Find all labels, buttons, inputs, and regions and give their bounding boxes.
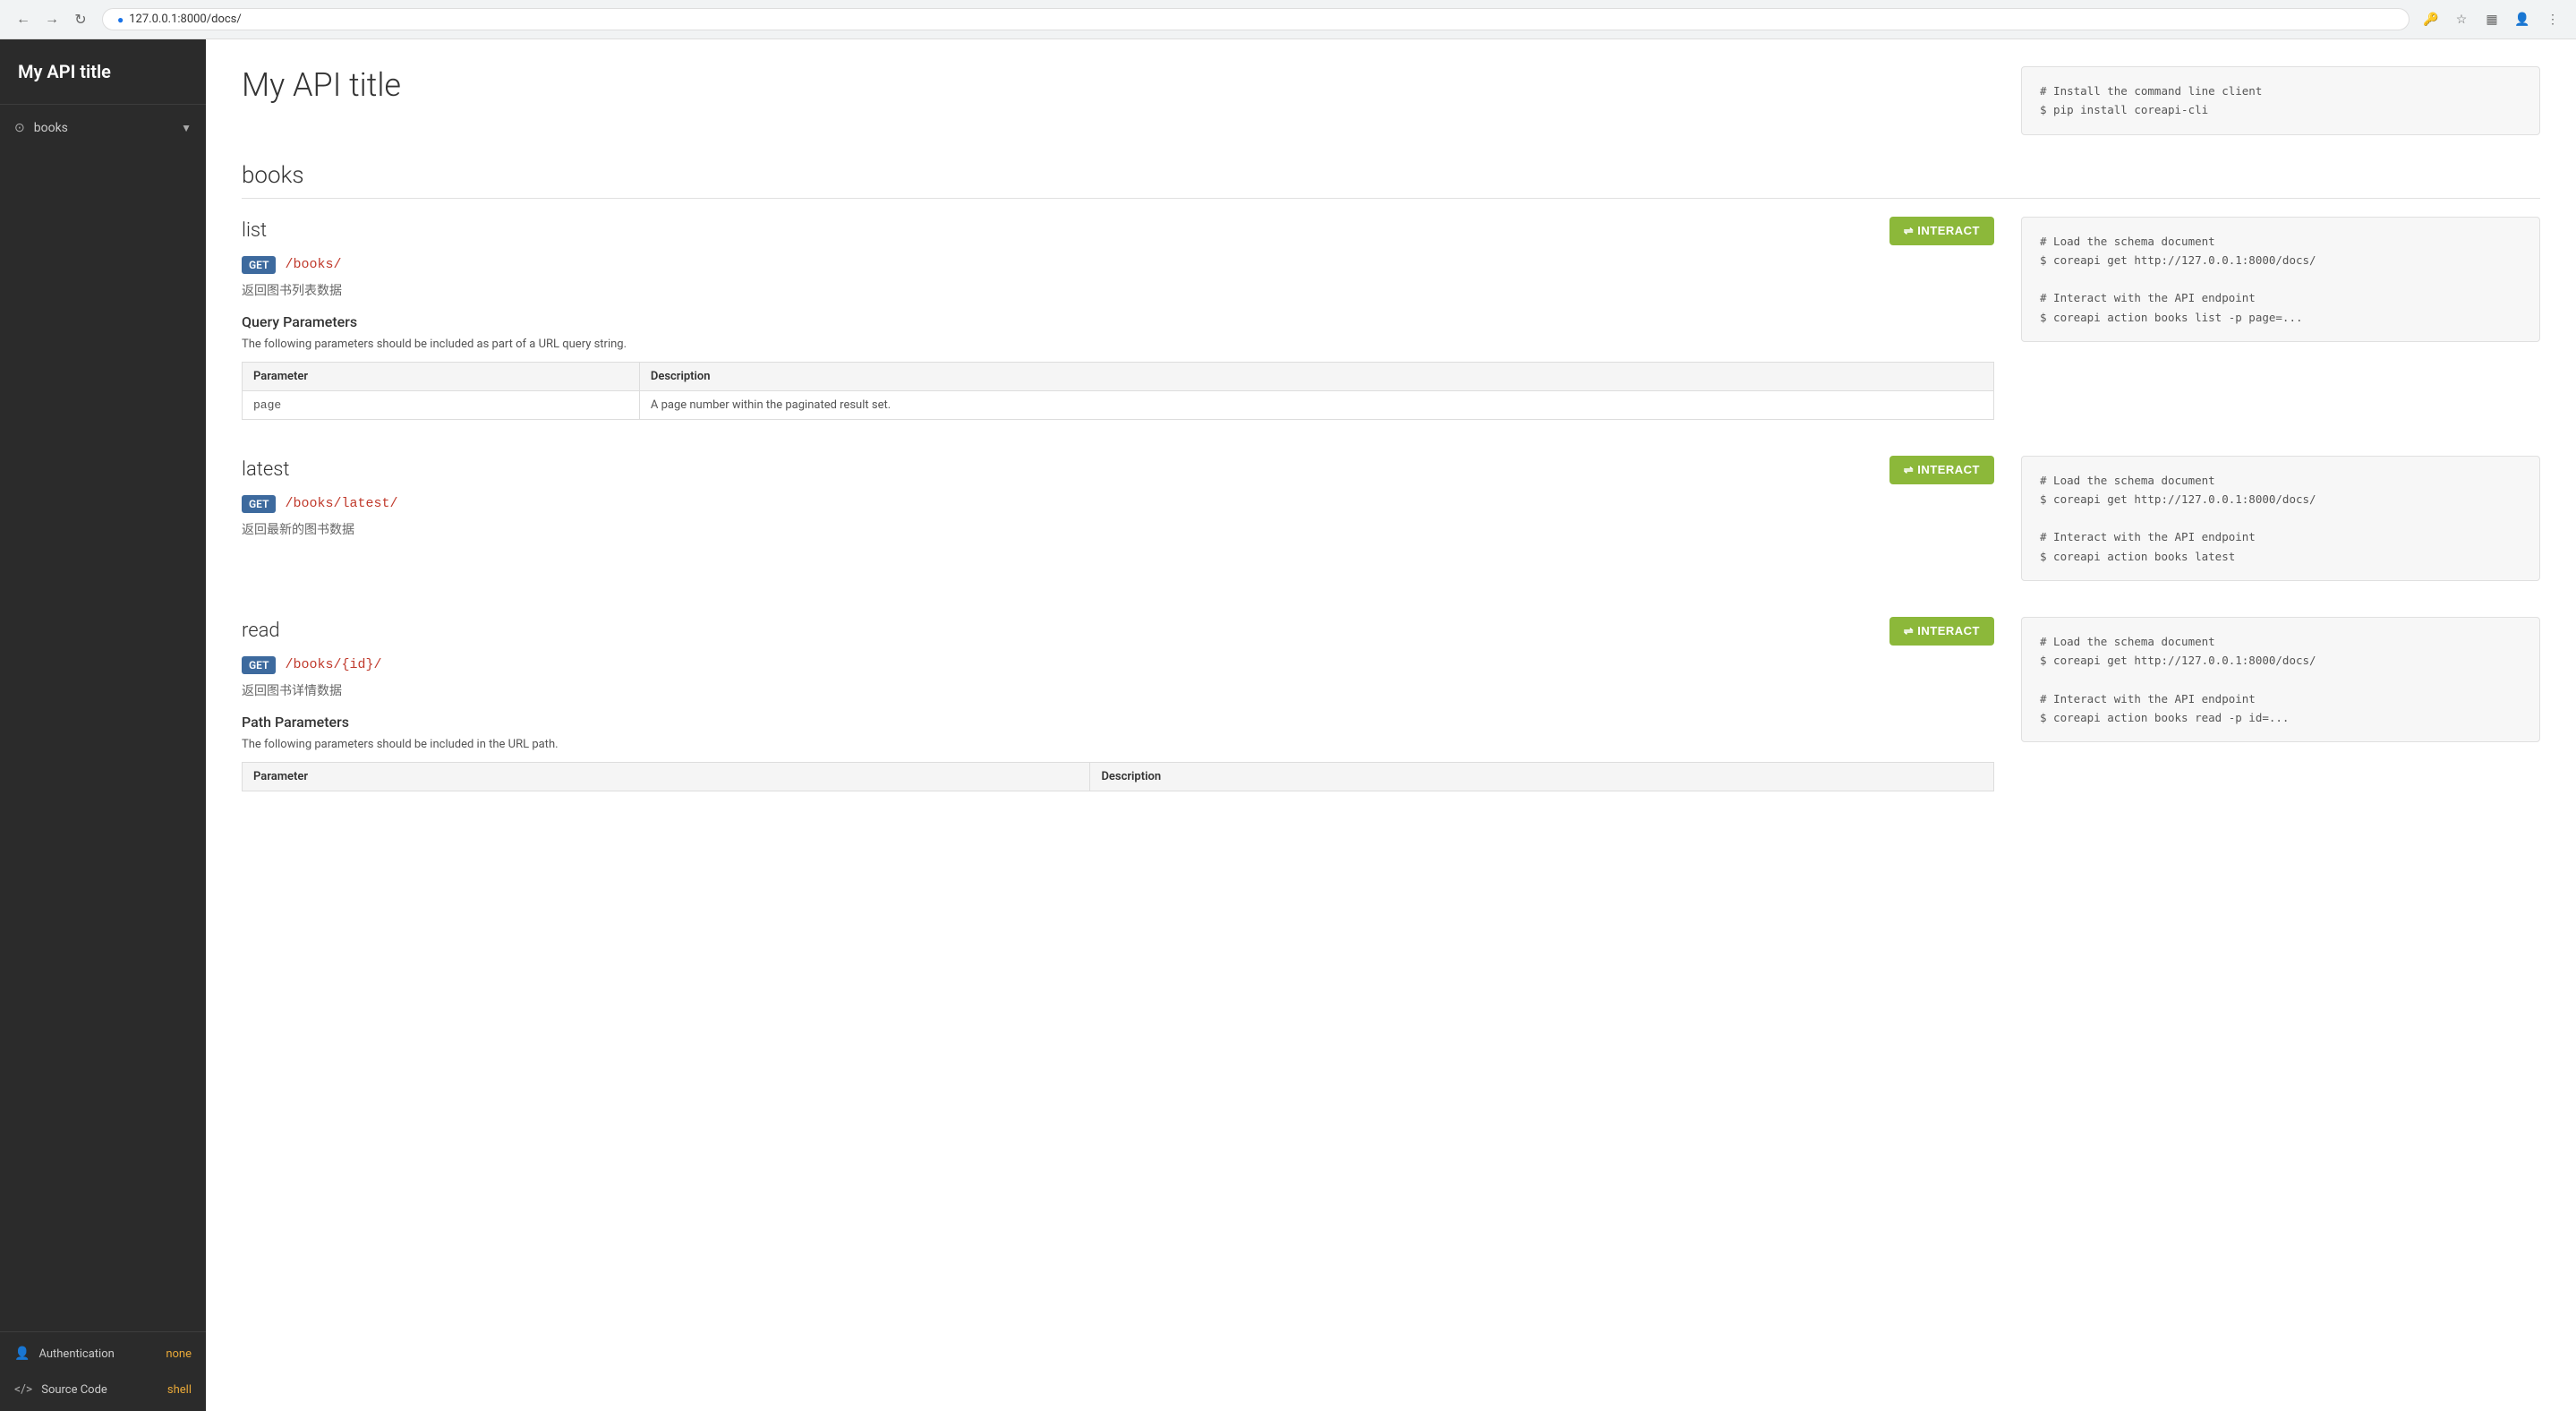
sidebar-item-books[interactable]: ⊙ books ▼ <box>0 112 206 144</box>
endpoint-list-header: list ⇌ INTERACT <box>242 217 1994 245</box>
main-content: My API title # Install the command line … <box>206 39 2576 1411</box>
profile-icon[interactable]: 👤 <box>2510 7 2535 32</box>
address-bar[interactable]: ● 127.0.0.1:8000/docs/ <box>102 8 2410 30</box>
install-box: # Install the command line client $ pip … <box>2021 66 2540 135</box>
param-desc-page: A page number within the paginated resul… <box>639 390 1993 419</box>
endpoint-latest-method-path: GET /books/latest/ <box>242 495 1994 513</box>
interact-button-list[interactable]: ⇌ INTERACT <box>1889 217 1994 245</box>
param-name-page: page <box>243 390 640 419</box>
back-button[interactable]: ← <box>11 7 36 32</box>
endpoint-latest-desc: 返回最新的图书数据 <box>242 520 1994 538</box>
endpoint-list-left: list ⇌ INTERACT GET /books/ 返回图书列表数据 Que… <box>242 217 1994 420</box>
secure-icon: ● <box>117 13 124 26</box>
endpoint-latest: latest ⇌ INTERACT GET /books/latest/ 返回最… <box>242 456 2540 581</box>
header-left: My API title <box>242 66 2021 135</box>
params-table-read: Parameter Description <box>242 762 1994 791</box>
endpoint-list-name: list <box>242 219 267 242</box>
source-code-label: Source Code <box>41 1383 158 1397</box>
browser-actions: 🔑 ☆ ▦ 👤 ⋮ <box>2418 7 2565 32</box>
get-badge-latest: GET <box>242 495 276 513</box>
header-area: My API title # Install the command line … <box>242 66 2540 135</box>
path-latest: /books/latest/ <box>285 496 397 511</box>
code-text-latest: # Load the schema document $ coreapi get… <box>2040 471 2521 566</box>
endpoint-list-method-path: GET /books/ <box>242 256 1994 274</box>
query-params-title-list: Query Parameters <box>242 313 1994 330</box>
query-params-desc-list: The following parameters should be inclu… <box>242 338 1994 351</box>
sidebar-item-label: books <box>34 121 172 135</box>
authentication-icon: 👤 <box>14 1347 30 1361</box>
params-table-list: Parameter Description page A page number… <box>242 362 1994 420</box>
interact-button-latest[interactable]: ⇌ INTERACT <box>1889 456 1994 484</box>
reload-button[interactable]: ↻ <box>68 7 93 32</box>
key-icon[interactable]: 🔑 <box>2418 7 2444 32</box>
endpoint-latest-left: latest ⇌ INTERACT GET /books/latest/ 返回最… <box>242 456 1994 581</box>
col-header-description-read: Description <box>1090 762 1994 791</box>
endpoint-read-desc: 返回图书详情数据 <box>242 681 1994 699</box>
section-title-books: books <box>242 162 2540 199</box>
endpoint-read-header: read ⇌ INTERACT <box>242 617 1994 646</box>
endpoint-list: list ⇌ INTERACT GET /books/ 返回图书列表数据 Que… <box>242 217 2540 420</box>
url-text: 127.0.0.1:8000/docs/ <box>129 13 241 26</box>
sidebar: My API title ⊙ books ▼ 👤 Authentication … <box>0 39 206 1411</box>
source-code-icon: </> <box>14 1382 32 1397</box>
table-row: page A page number within the paginated … <box>243 390 1994 419</box>
interact-button-read[interactable]: ⇌ INTERACT <box>1889 617 1994 646</box>
books-icon: ⊙ <box>14 121 25 135</box>
get-badge-read: GET <box>242 656 276 674</box>
path-params-desc-read: The following parameters should be inclu… <box>242 738 1994 751</box>
endpoint-read: read ⇌ INTERACT GET /books/{id}/ 返回图书详情数… <box>242 617 2540 791</box>
endpoint-latest-header: latest ⇌ INTERACT <box>242 456 1994 484</box>
code-box-list: # Load the schema document $ coreapi get… <box>2021 217 2540 342</box>
authentication-label: Authentication <box>38 1347 157 1361</box>
books-section: books list ⇌ INTERACT GET /books/ 返回图书列表… <box>242 162 2540 791</box>
col-header-parameter: Parameter <box>243 362 640 390</box>
code-text-read: # Load the schema document $ coreapi get… <box>2040 632 2521 727</box>
install-code-text: # Install the command line client $ pip … <box>2040 81 2521 120</box>
sidebar-footer-source-code[interactable]: </> Source Code shell <box>0 1372 206 1407</box>
nav-buttons: ← → ↻ <box>11 7 93 32</box>
qr-icon[interactable]: ▦ <box>2479 7 2504 32</box>
code-box-latest: # Load the schema document $ coreapi get… <box>2021 456 2540 581</box>
endpoint-read-right: # Load the schema document $ coreapi get… <box>2021 617 2540 791</box>
forward-button[interactable]: → <box>39 7 64 32</box>
endpoint-list-right: # Load the schema document $ coreapi get… <box>2021 217 2540 420</box>
path-params-title-read: Path Parameters <box>242 714 1994 731</box>
sidebar-nav: ⊙ books ▼ <box>0 105 206 1331</box>
menu-icon[interactable]: ⋮ <box>2540 7 2565 32</box>
endpoint-read-left: read ⇌ INTERACT GET /books/{id}/ 返回图书详情数… <box>242 617 1994 791</box>
code-text-list: # Load the schema document $ coreapi get… <box>2040 232 2521 327</box>
sidebar-title: My API title <box>0 39 206 105</box>
code-box-read: # Load the schema document $ coreapi get… <box>2021 617 2540 742</box>
install-code: # Install the command line client $ pip … <box>2021 66 2540 135</box>
page-title: My API title <box>242 66 2021 104</box>
sidebar-footer: 👤 Authentication none </> Source Code sh… <box>0 1331 206 1411</box>
chevron-down-icon: ▼ <box>181 122 192 134</box>
endpoint-read-method-path: GET /books/{id}/ <box>242 656 1994 674</box>
get-badge-list: GET <box>242 256 276 274</box>
authentication-value: none <box>166 1347 192 1361</box>
bookmark-icon[interactable]: ☆ <box>2449 7 2474 32</box>
path-read: /books/{id}/ <box>285 657 381 672</box>
path-list: /books/ <box>285 257 341 272</box>
source-code-value: shell <box>167 1383 192 1397</box>
sidebar-footer-authentication[interactable]: 👤 Authentication none <box>0 1336 206 1372</box>
endpoint-latest-name: latest <box>242 458 289 481</box>
app-layout: My API title ⊙ books ▼ 👤 Authentication … <box>0 39 2576 1411</box>
endpoint-latest-right: # Load the schema document $ coreapi get… <box>2021 456 2540 581</box>
col-header-description: Description <box>639 362 1993 390</box>
browser-chrome: ← → ↻ ● 127.0.0.1:8000/docs/ 🔑 ☆ ▦ 👤 ⋮ <box>0 0 2576 39</box>
endpoint-read-name: read <box>242 620 280 642</box>
col-header-parameter-read: Parameter <box>243 762 1090 791</box>
endpoint-list-desc: 返回图书列表数据 <box>242 281 1994 299</box>
